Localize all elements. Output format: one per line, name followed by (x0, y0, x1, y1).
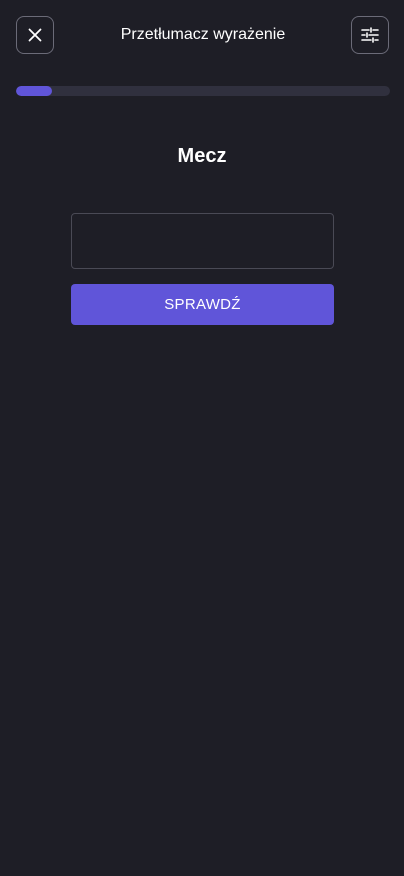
translation-exercise-screen: Przetłumacz wyrażenie Mecz SPRAWDŹ (0, 0, 404, 876)
word-to-translate: Mecz (177, 145, 227, 167)
sliders-icon (361, 27, 379, 43)
check-button[interactable]: SPRAWDŹ (71, 284, 334, 325)
progress-bar (16, 86, 390, 96)
page-title: Przetłumacz wyrażenie (120, 26, 286, 43)
close-icon (28, 28, 42, 42)
answer-input[interactable] (71, 213, 334, 269)
close-button[interactable] (16, 16, 54, 54)
settings-button[interactable] (351, 16, 389, 54)
progress-bar-fill (16, 86, 52, 96)
